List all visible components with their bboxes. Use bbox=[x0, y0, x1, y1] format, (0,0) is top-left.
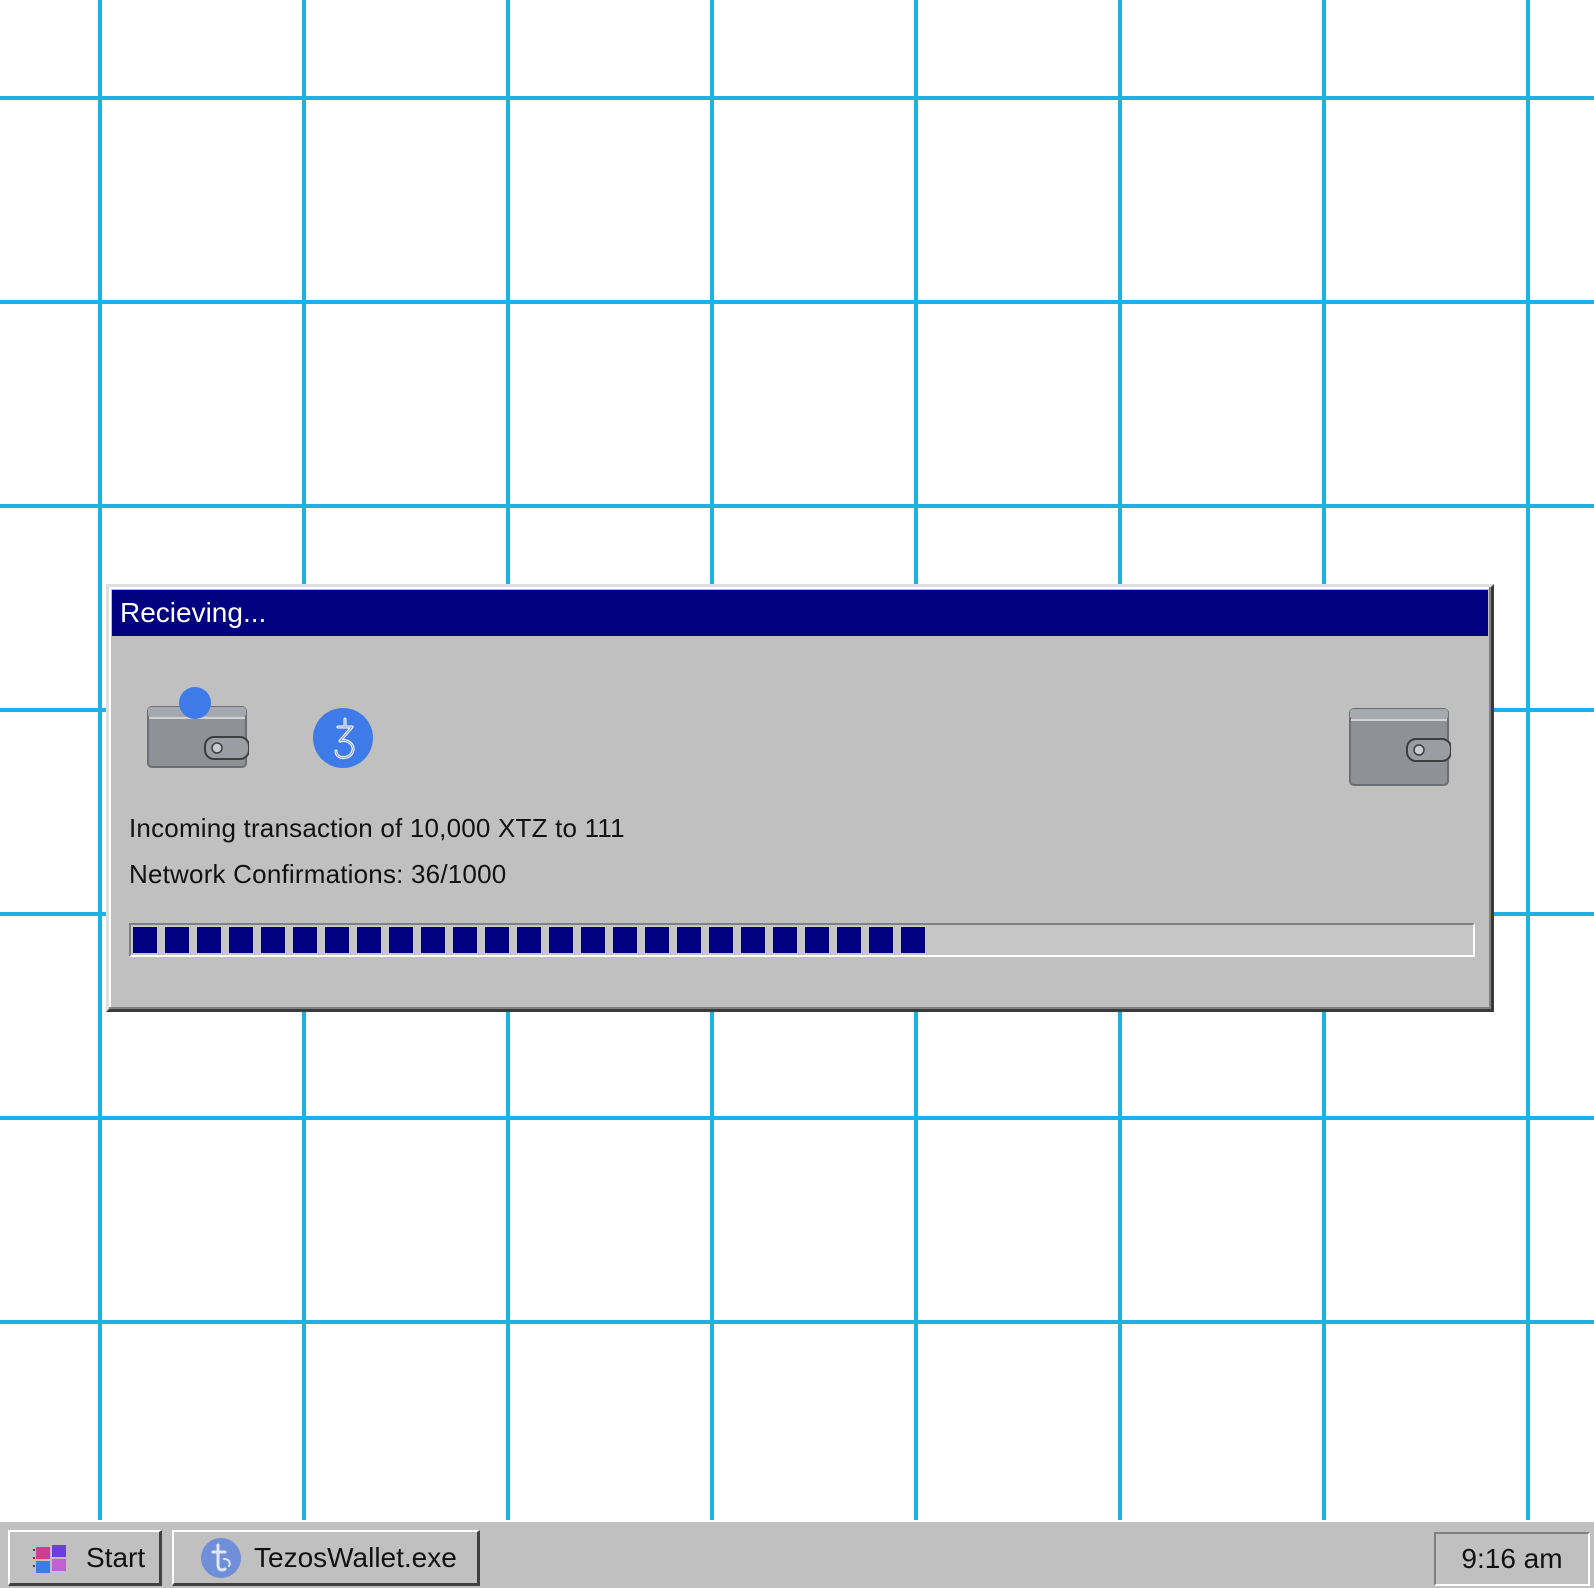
dialog-title-bar[interactable]: Recieving... bbox=[112, 590, 1488, 636]
taskbar-app-tezoswallet[interactable]: TezosWallet.exe bbox=[172, 1530, 480, 1586]
start-label: Start bbox=[86, 1541, 146, 1573]
desktop: Recieving... Incoming transaction of 10,… bbox=[0, 0, 1594, 1520]
transaction-message: Incoming transaction of 10,000 XTZ to 11… bbox=[129, 813, 625, 843]
taskbar: Start TezosWallet.exe 9:16 am bbox=[0, 1520, 1594, 1588]
system-clock[interactable]: 9:16 am bbox=[1434, 1532, 1590, 1586]
clock-time: 9:16 am bbox=[1461, 1543, 1563, 1574]
dialog-title: Recieving... bbox=[120, 597, 267, 628]
receiver-wallet-icon bbox=[1349, 707, 1452, 789]
confirmations-message: Network Confirmations: 36/1000 bbox=[129, 859, 507, 889]
progress-bar-fill bbox=[133, 927, 925, 953]
taskbar-app-label: TezosWallet.exe bbox=[254, 1541, 457, 1573]
progress-bar bbox=[129, 923, 1475, 957]
start-button[interactable]: Start bbox=[8, 1530, 162, 1586]
sender-wallet-icon bbox=[147, 687, 250, 769]
tezos-app-icon bbox=[201, 1537, 241, 1578]
windows-logo-icon bbox=[33, 1544, 66, 1573]
receiving-dialog: Recieving... Incoming transaction of 10,… bbox=[106, 584, 1494, 1012]
tezos-coin-icon bbox=[312, 707, 374, 769]
